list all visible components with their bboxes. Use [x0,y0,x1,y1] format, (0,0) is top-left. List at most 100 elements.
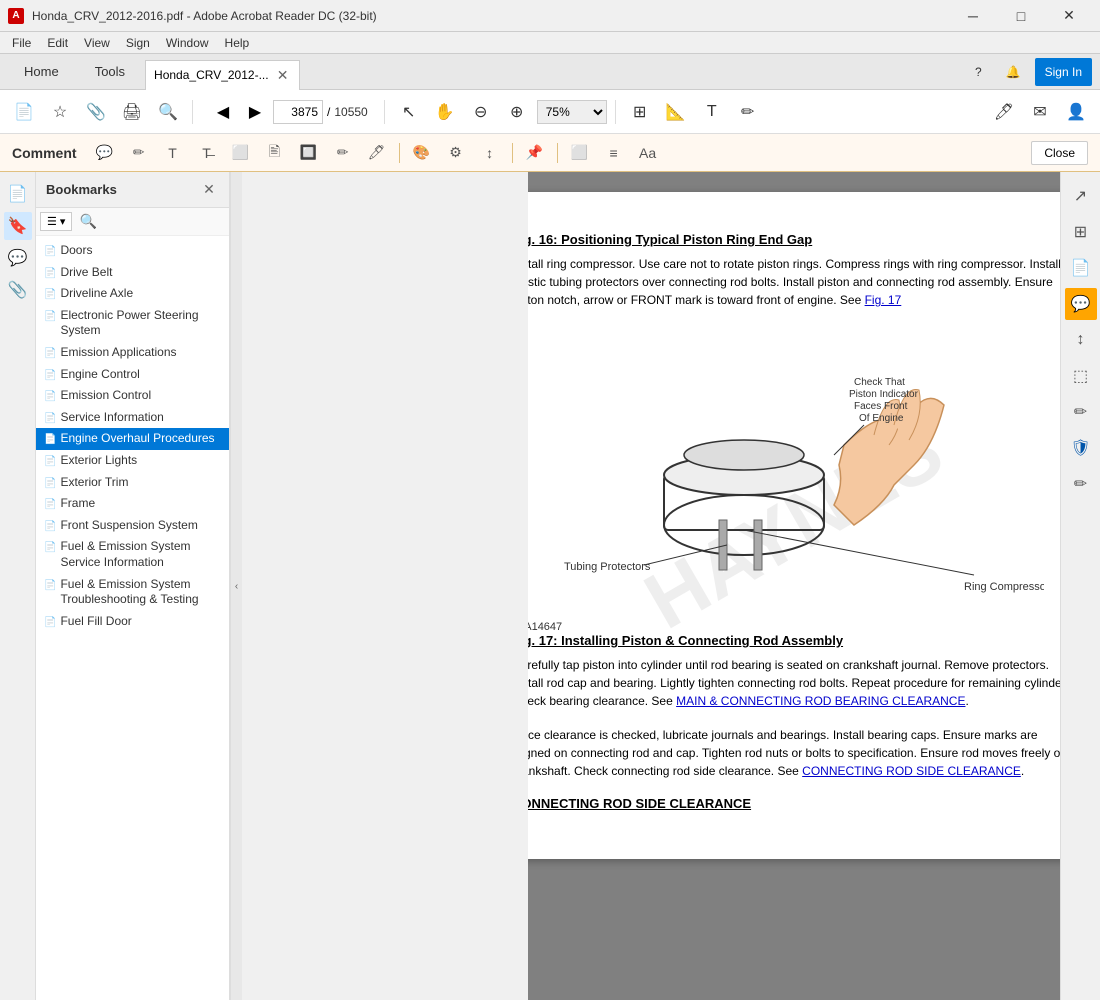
bookmark-item[interactable]: 📄Service Information [36,407,229,429]
bookmark-icon: 📄 [44,288,56,301]
bookmark-item[interactable]: 📄Drive Belt [36,262,229,284]
comment-stamp-button[interactable]: 🔲 [295,139,323,167]
print-button[interactable]: 🖨 [116,96,148,128]
bookmark-item[interactable]: 📄Engine Control [36,364,229,386]
comment-marker-button[interactable]: 🖊 [363,139,391,167]
menu-edit[interactable]: Edit [39,34,76,52]
right-edit-button[interactable]: ✏ [1065,468,1097,500]
bookmark-label: Emission Applications [60,345,176,361]
right-export-pdf-button[interactable]: 📄 [1065,252,1097,284]
menu-help[interactable]: Help [217,34,258,52]
comment-font-button[interactable]: Aa [634,139,662,167]
measure-button[interactable]: 📐 [660,96,692,128]
main-bearing-link[interactable]: MAIN & CONNECTING ROD BEARING CLEARANCE [676,694,965,708]
fig16-partnumber: 95A14647 [528,621,1060,633]
right-view-button[interactable]: ⊞ [1065,216,1097,248]
pdf-viewer[interactable]: HAYNES Fig. 16: Positioning Typical Pist… [528,172,1060,1000]
svg-text:Check That: Check That [854,377,905,388]
rod-clearance-link[interactable]: CONNECTING ROD SIDE CLEARANCE [802,764,1021,778]
menu-window[interactable]: Window [158,34,217,52]
tab-home[interactable]: Home [8,54,75,90]
menu-sign[interactable]: Sign [118,34,158,52]
comment-pen-button[interactable]: ✏ [329,139,357,167]
zoom-select[interactable]: 75% 50% 100% 125% 150% 200% [537,100,607,124]
menu-view[interactable]: View [76,34,118,52]
tab-close-button[interactable]: ✕ [275,67,291,83]
zoom-out-toolbar-button[interactable]: 🔍 [152,96,184,128]
tab-document[interactable]: Honda_CRV_2012-... ✕ [145,60,300,90]
bookmarks-options-button[interactable]: ☰ ▾ [40,212,72,231]
maximize-button[interactable]: □ [998,0,1044,32]
bookmark-item[interactable]: 📄Electronic Power Steering System [36,305,229,342]
bookmark-item[interactable]: 📄Fuel Fill Door [36,611,229,633]
attach-button[interactable]: 📎 [80,96,112,128]
bookmarks-close-button[interactable]: ✕ [199,180,219,200]
bookmark-item[interactable]: 📄Driveline Axle [36,283,229,305]
hand-tool-button[interactable]: ✋ [429,96,461,128]
bookmark-item[interactable]: 📄Fuel & Emission System Service Informat… [36,536,229,573]
prev-page-button[interactable]: ◀ [209,98,237,126]
app-icon: A [8,8,24,24]
left-icon-attach[interactable]: 📎 [4,276,32,304]
fig17-link[interactable]: Fig. 17 [865,293,902,307]
zoom-in-button[interactable]: ⊕ [501,96,533,128]
right-comment-button[interactable]: 💬 [1065,288,1097,320]
bookmark-button[interactable]: ☆ [44,96,76,128]
minimize-button[interactable]: ─ [950,0,996,32]
help-button[interactable]: ? [965,58,992,86]
comment-lines-button[interactable]: ≡ [600,139,628,167]
right-export-button[interactable]: ↕ [1065,324,1097,356]
fill-sign-button[interactable]: 🖊 [988,96,1020,128]
page-number-input[interactable] [273,100,323,124]
left-icon-comment[interactable]: 💬 [4,244,32,272]
left-icon-bookmark[interactable]: 🔖 [4,212,32,240]
comment-erase-button[interactable]: ⬜ [566,139,594,167]
notifications-button[interactable]: 🔔 [996,58,1031,86]
left-icon-page[interactable]: 📄 [4,180,32,208]
marquee-zoom-button[interactable]: ⊞ [624,96,656,128]
svg-text:Of Engine: Of Engine [859,413,904,424]
redact-button[interactable]: ✏ [732,96,764,128]
bookmark-item[interactable]: 📄Engine Overhaul Procedures [36,428,229,450]
right-compare-button[interactable]: ⬚ [1065,360,1097,392]
menu-file[interactable]: File [4,34,39,52]
bookmark-item[interactable]: 📄Exterior Trim [36,472,229,494]
bookmark-item[interactable]: 📄Front Suspension System [36,515,229,537]
comment-pin-button[interactable]: 📌 [521,139,549,167]
send-button[interactable]: ✉ [1024,96,1056,128]
comment-manage-button[interactable]: ⚙ [442,139,470,167]
window-controls: ─ □ ✕ [950,0,1092,32]
select-tool-button[interactable]: ↖ [393,96,425,128]
signin-button[interactable]: Sign In [1035,58,1092,86]
comment-text-button[interactable]: T [159,139,187,167]
bookmarks-search-button[interactable]: 🔍 [76,210,100,234]
new-button[interactable]: 📄 [8,96,40,128]
close-button[interactable]: ✕ [1046,0,1092,32]
sidebar-collapse-handle[interactable]: ‹ [230,172,242,1000]
comment-color-button[interactable]: 🎨 [408,139,436,167]
comment-strikethrough-button[interactable]: T̶ [193,139,221,167]
right-share-button[interactable]: ↗ [1065,180,1097,212]
comment-note-button[interactable]: 💬 [91,139,119,167]
edit-text-button[interactable]: T [696,96,728,128]
bookmark-item[interactable]: 📄Emission Control [36,385,229,407]
comment-textbox-button[interactable]: 🖹 [261,139,289,167]
bookmark-item[interactable]: 📄Emission Applications [36,342,229,364]
bookmark-label: Fuel Fill Door [60,614,131,630]
comment-highlight-button[interactable]: ✏ [125,139,153,167]
bookmark-item[interactable]: 📄Fuel & Emission System Troubleshooting … [36,574,229,611]
bookmark-item[interactable]: 📄Exterior Lights [36,450,229,472]
comment-area-button[interactable]: ⬜ [227,139,255,167]
zoom-out-button[interactable]: ⊖ [465,96,497,128]
svg-text:Piston Indicator: Piston Indicator [849,389,919,400]
user-button[interactable]: 👤 [1060,96,1092,128]
next-page-button[interactable]: ▶ [241,98,269,126]
bookmark-label: Front Suspension System [60,518,197,534]
tab-tools[interactable]: Tools [79,54,141,90]
right-sign-button[interactable]: ✏ [1065,396,1097,428]
comment-close-button[interactable]: Close [1031,141,1088,165]
bookmark-item[interactable]: 📄Doors [36,240,229,262]
right-protect-button[interactable]: 🛡 [1065,432,1097,464]
bookmark-item[interactable]: 📄Frame [36,493,229,515]
comment-find-button[interactable]: ↕ [476,139,504,167]
